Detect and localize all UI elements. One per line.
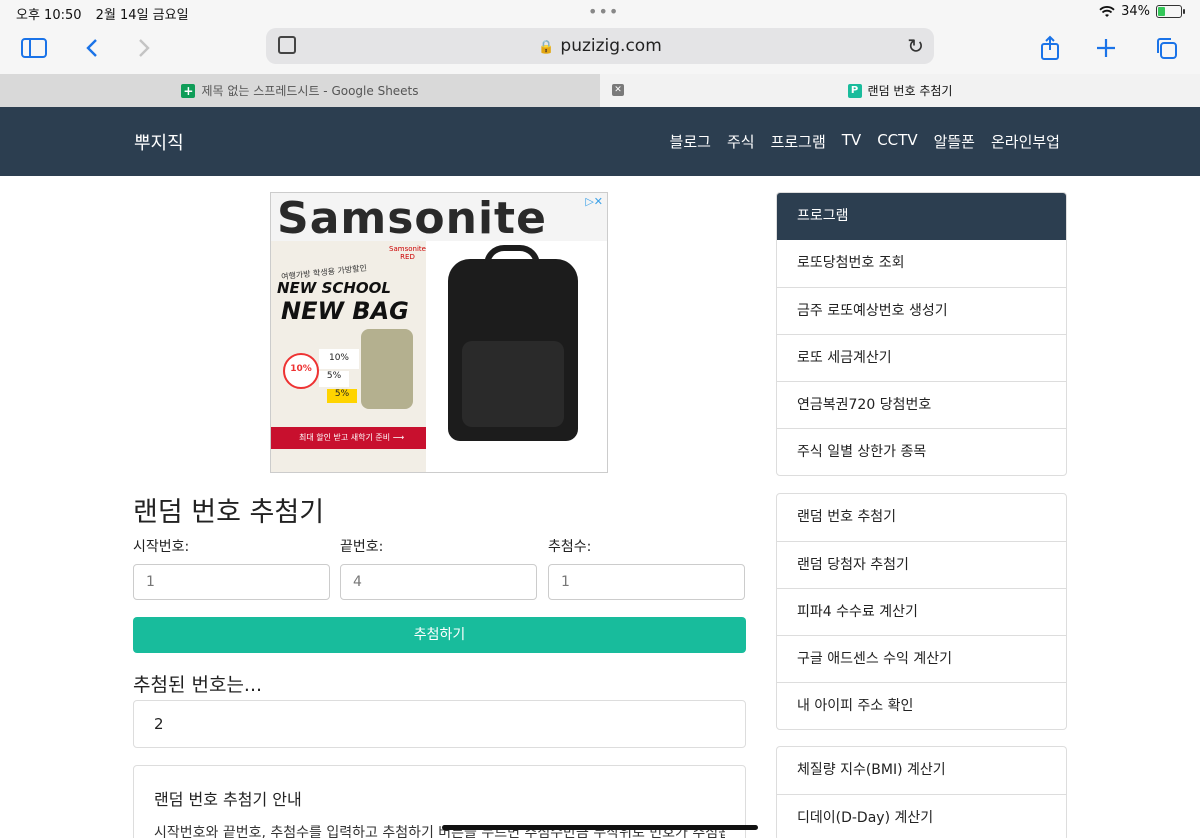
sidebar-item-adsense-calc[interactable]: 구글 애드센스 수익 계산기: [777, 635, 1066, 682]
draw-count-input[interactable]: 1: [548, 564, 745, 600]
site-brand[interactable]: 뿌지직: [134, 129, 184, 155]
close-tab-icon[interactable]: ✕: [612, 84, 624, 96]
reload-icon[interactable]: ↻: [907, 34, 924, 58]
ad-right-panel: [426, 241, 607, 472]
samsonite-ad-banner[interactable]: Samsonite ▷✕ Samsonite RED 여행가방 학생용 가방할인…: [270, 192, 608, 473]
page-title: 랜덤 번호 추첨기: [133, 497, 325, 528]
battery-level: [1158, 7, 1165, 16]
start-number-input[interactable]: 1: [133, 564, 330, 600]
sidebar-header: 프로그램: [777, 193, 1066, 240]
status-date: 2월 14일 금요일: [95, 8, 189, 23]
sidebar-group-calculators: 체질량 지수(BMI) 계산기 디데이(D-Day) 계산기: [776, 746, 1067, 838]
status-indicators: 34%: [1099, 4, 1185, 19]
battery-icon: [1156, 5, 1185, 18]
ad-khaki-backpack-image: [361, 329, 413, 409]
nav-link-program[interactable]: 프로그램: [771, 131, 826, 152]
back-icon[interactable]: [76, 32, 108, 64]
sidebar-item-dday[interactable]: 디데이(D-Day) 계산기: [777, 794, 1066, 838]
forward-icon[interactable]: [128, 32, 160, 64]
sidebar-item-pension-lottery[interactable]: 연금복권720 당첨번호: [777, 381, 1066, 428]
ad-left-panel: Samsonite RED 여행가방 학생용 가방할인 NEW SCHOOL N…: [271, 241, 426, 472]
puzizig-favicon-icon: P: [847, 83, 862, 98]
sidebar-item-stock-limit-up[interactable]: 주식 일별 상한가 종목: [777, 428, 1066, 475]
ad-cta: 최대 할인 받고 새학기 준비 ⟶: [271, 427, 426, 449]
sidebar-item-fifa-fee[interactable]: 피파4 수수료 계산기: [777, 588, 1066, 635]
lock-icon: 🔒: [538, 40, 555, 55]
ad-discount-label-2: 10%: [319, 349, 359, 369]
wifi-icon: [1099, 5, 1115, 17]
ad-headline-2: NEW BAG: [281, 297, 409, 325]
multitasking-dots[interactable]: •••: [588, 2, 619, 21]
url-display[interactable]: 🔒 puzizig.com: [266, 36, 934, 56]
info-title: 랜덤 번호 추첨기 안내: [154, 790, 302, 809]
tab-random-number[interactable]: ✕ P 랜덤 번호 추첨기: [600, 74, 1200, 107]
tabs-overview-icon[interactable]: [1150, 32, 1182, 64]
sidebar-item-random-number[interactable]: 랜덤 번호 추첨기: [777, 494, 1066, 541]
site-navbar: 뿌지직 블로그 주식 프로그램 TV CCTV 알뜰폰 온라인부업: [0, 107, 1200, 176]
ad-cta-text: 최대 할인 받고 새학기 준비: [299, 433, 391, 442]
tab-bar: + 제목 없는 스프레드시트 - Google Sheets ✕ P 랜덤 번호…: [0, 74, 1200, 107]
address-bar[interactable]: 🔒 puzizig.com ↻: [266, 28, 934, 64]
nav-link-stock[interactable]: 주식: [727, 131, 755, 152]
ad-brand-logo: Samsonite: [277, 193, 547, 244]
sheets-icon: +: [181, 83, 196, 98]
sidebar-item-bmi[interactable]: 체질량 지수(BMI) 계산기: [777, 747, 1066, 794]
sidebar-group-programs: 프로그램 로또당첨번호 조회 금주 로또예상번호 생성기 로또 세금계산기 연금…: [776, 192, 1067, 476]
result-box: 2: [133, 700, 746, 748]
start-number-label: 시작번호:: [133, 539, 190, 555]
nav-link-tv[interactable]: TV: [842, 131, 861, 152]
home-indicator[interactable]: [442, 825, 758, 830]
battery-percent: 34%: [1121, 4, 1150, 19]
ad-discount-badge: 10%: [283, 353, 319, 389]
ad-backpack-pocket: [462, 341, 564, 427]
arrow-right-icon: ⟶: [392, 433, 405, 442]
nav-link-cctv[interactable]: CCTV: [877, 131, 917, 152]
sidebar-item-lotto-generator[interactable]: 금주 로또예상번호 생성기: [777, 287, 1066, 334]
nav-link-mvno[interactable]: 알뜰폰: [934, 131, 975, 152]
share-icon[interactable]: [1034, 32, 1066, 64]
ad-discount-label-4: 5%: [327, 389, 357, 403]
tab-google-sheets[interactable]: + 제목 없는 스프레드시트 - Google Sheets: [0, 74, 600, 107]
sidebar-group-tools: 랜덤 번호 추첨기 랜덤 당첨자 추첨기 피파4 수수료 계산기 구글 애드센스…: [776, 493, 1067, 730]
status-time-date: 오후 10:50 2월 14일 금요일: [16, 4, 199, 23]
draw-count-label: 추첨수:: [548, 539, 592, 555]
url-text: puzizig.com: [560, 36, 662, 56]
result-heading: 추첨된 번호는...: [133, 674, 263, 696]
ad-discount-label-3: 5%: [319, 371, 349, 387]
sidebar-item-my-ip[interactable]: 내 아이피 주소 확인: [777, 682, 1066, 729]
end-number-label: 끝번호:: [340, 539, 384, 555]
end-number-input[interactable]: 4: [340, 564, 537, 600]
ad-choices-icon[interactable]: ▷✕: [585, 195, 603, 208]
ad-headline-1: NEW SCHOOL: [277, 279, 391, 297]
sidebar-item-lotto-results[interactable]: 로또당첨번호 조회: [777, 240, 1066, 287]
sidebar-item-random-winner[interactable]: 랜덤 당첨자 추첨기: [777, 541, 1066, 588]
sidebar-item-lotto-tax[interactable]: 로또 세금계산기: [777, 334, 1066, 381]
status-time: 오후 10:50: [16, 8, 82, 23]
draw-button[interactable]: 추첨하기: [133, 617, 746, 653]
browser-toolbar: 🔒 puzizig.com ↻: [0, 24, 1200, 74]
nav-link-side-job[interactable]: 온라인부업: [991, 131, 1060, 152]
tab-title: 제목 없는 스프레드시트 - Google Sheets: [201, 84, 419, 98]
nav-links: 블로그 주식 프로그램 TV CCTV 알뜰폰 온라인부업: [670, 131, 1060, 152]
tab-title: 랜덤 번호 추첨기: [867, 84, 953, 98]
ad-sub-brand: Samsonite RED: [389, 245, 426, 261]
status-bar: 오후 10:50 2월 14일 금요일 ••• 34%: [0, 0, 1200, 24]
nav-link-blog[interactable]: 블로그: [670, 131, 711, 152]
new-tab-icon[interactable]: [1090, 32, 1122, 64]
sidebar-toggle-icon[interactable]: [18, 32, 50, 64]
